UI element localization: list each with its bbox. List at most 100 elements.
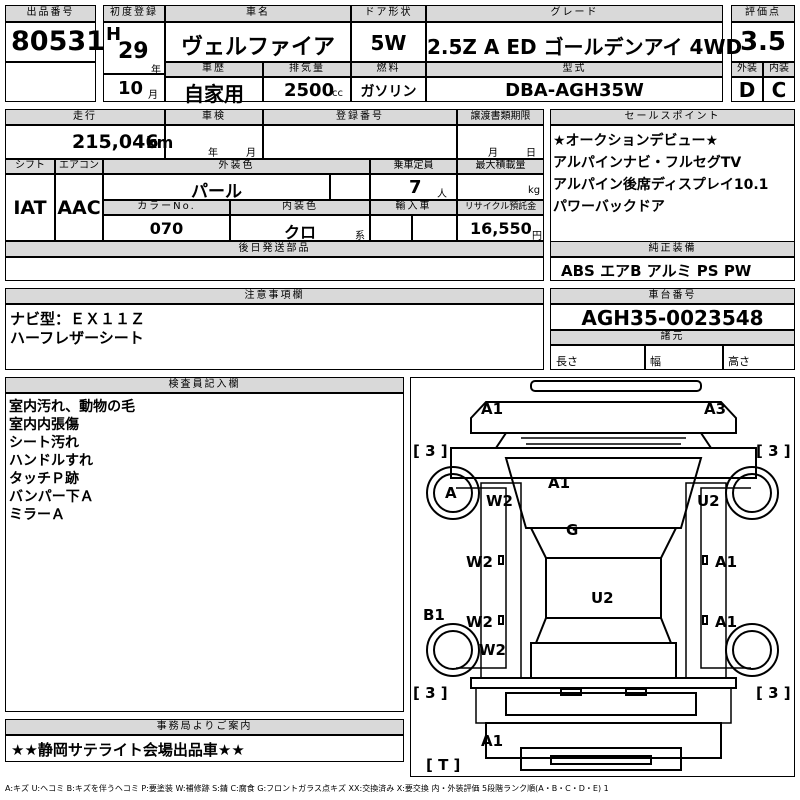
int-color-label: 内装色	[230, 200, 370, 215]
grade: 2.5Z A ED ゴールデンアイ 4WD	[427, 35, 743, 59]
damage-quarter-left: W2	[479, 641, 506, 659]
car-diagram: A1 A3 [ 3 ] [ 3 ] [ 3 ] [ 3 ] [ T ] A A1…	[413, 380, 791, 774]
office-label: 事務局よりご案内	[5, 719, 404, 735]
door-label: ドア形状	[351, 5, 426, 22]
displacement-unit: cc	[332, 88, 343, 99]
sales-points-label: セールスポイント	[550, 109, 795, 125]
reg-no-label: 登録番号	[263, 109, 457, 125]
int-color: クロ	[283, 223, 316, 242]
damage-door-front-left: W2	[466, 553, 493, 571]
spec-width-cell: 幅	[645, 345, 723, 370]
damage-front-right: A3	[704, 400, 726, 418]
damage-door-rear-left: W2	[466, 613, 493, 631]
grade-cell: 2.5Z A ED ゴールデンアイ 4WD	[426, 22, 743, 62]
car-name-label: 車名	[165, 5, 351, 22]
car-name-cell: ヴェルファイア	[165, 22, 351, 62]
shift-cell: IAT	[5, 174, 55, 241]
first-reg-month-unit: 月	[148, 90, 158, 101]
inspector-note: 室内汚れ、動物の毛	[9, 399, 136, 415]
capacity: 7	[409, 177, 422, 198]
spec-length-label: 長さ	[556, 355, 578, 368]
later-parts-cell	[5, 257, 544, 281]
color-no-label: カラーNo.	[103, 200, 230, 215]
sales-point: アルパイン後席ディスプレイ10.1	[553, 177, 769, 193]
import-label: 輸入車	[370, 200, 457, 215]
inspector-note: シート汚れ	[9, 435, 79, 451]
first-reg-year: 29	[118, 39, 149, 64]
recycle-unit: 円	[532, 231, 542, 242]
inspector-note: タッチＰ跡	[9, 471, 79, 487]
lot-number: 80531	[11, 26, 105, 57]
tire-rear-right: [ 3 ]	[756, 684, 791, 702]
tire-front-left: [ 3 ]	[413, 442, 448, 460]
chassis-label: 車台番号	[550, 288, 795, 304]
displacement-cell: 2500 cc	[263, 77, 351, 102]
damage-rear-bumper: A1	[481, 732, 503, 750]
spec-height-label: 高さ	[728, 355, 750, 368]
notes-label: 注意事項欄	[5, 288, 544, 304]
recycle-label: リサイクル預託金	[457, 200, 544, 215]
damage-front-left: A1	[481, 400, 503, 418]
sales-point: ★オークションデビュー★	[553, 133, 719, 149]
inspector-label: 検査員記入欄	[5, 377, 404, 393]
door-cell: 5W	[351, 22, 426, 62]
inspector-note: 室内内張傷	[9, 417, 79, 433]
shift-label: シフト	[5, 159, 55, 174]
car-outline	[450, 380, 757, 771]
import-cell-2	[412, 215, 457, 241]
options: ABS エアB アルミ PS PW	[561, 262, 752, 280]
aircon-cell: AAC	[55, 174, 103, 241]
shift: IAT	[13, 197, 47, 219]
car-name: ヴェルファイア	[180, 35, 335, 60]
later-parts-label: 後日発送部品	[5, 241, 544, 257]
capacity-cell: 7 人	[370, 174, 457, 200]
note-line: ハーフレザーシート	[10, 329, 144, 347]
spec-height-cell: 高さ	[723, 345, 795, 370]
inspection-month-unit: 月	[246, 148, 256, 159]
options-label: 純正装備	[550, 241, 795, 257]
capacity-label: 乗車定員	[370, 159, 457, 174]
color-no: 070	[149, 219, 184, 238]
first-reg-label: 初度登録	[103, 5, 165, 22]
chassis-number: AGH35-0023548	[581, 306, 764, 330]
int-color-cell: クロ 系	[230, 215, 370, 242]
model: DBA-AGH35W	[505, 80, 644, 101]
spec-length-cell: 長さ	[550, 345, 645, 370]
inspection-label: 車検	[165, 109, 263, 125]
tire-front-right: [ 3 ]	[756, 442, 791, 460]
lot-label: 出品番号	[5, 5, 96, 22]
exterior-grade-cell: D	[731, 77, 763, 102]
aircon: AAC	[57, 197, 101, 219]
transfer-deadline-label: 譲渡書類期限	[457, 109, 544, 125]
fuel: ガソリン	[360, 84, 417, 100]
displacement-label: 排気量	[263, 62, 351, 77]
office-cell: ★★静岡サテライト会場出品車★★	[5, 735, 404, 762]
lot-cell: 80531	[5, 22, 105, 62]
transfer-month-unit: 月	[488, 148, 498, 159]
tire-rear-left: [ 3 ]	[413, 684, 448, 702]
mileage-cell: 215,046 km	[5, 125, 173, 159]
damage-roof: G	[566, 521, 578, 539]
spec-width-label: 幅	[650, 355, 661, 368]
max-load-cell: kg	[457, 174, 544, 200]
score-cell: 3.5	[731, 22, 795, 62]
damage-wheel-front-left: A	[445, 484, 457, 502]
notes-cell: ナビ型：ＥＸ１１Ｚ ハーフレザーシート	[5, 304, 544, 370]
score: 3.5	[739, 27, 787, 57]
model-cell: DBA-AGH35W	[426, 77, 723, 102]
sales-point: アルパインナビ・フルセグTV	[553, 155, 742, 171]
interior-label: 内装	[763, 62, 795, 77]
mileage-label: 走行	[5, 109, 165, 125]
transfer-deadline-cell: 月 日	[457, 125, 544, 159]
score-label: 評価点	[731, 5, 795, 22]
inspector-note: バンパー下Ａ	[9, 489, 94, 505]
damage-door-rear-right: A1	[715, 613, 737, 631]
first-reg-cell: H 29 年	[103, 22, 165, 76]
note-line: ナビ型：ＥＸ１１Ｚ	[10, 310, 146, 328]
recycle: 16,550	[470, 219, 532, 238]
grade-label: グレード	[426, 5, 723, 22]
reg-no-cell	[263, 125, 457, 159]
transfer-day-unit: 日	[526, 148, 536, 159]
fuel-cell: ガソリン	[351, 77, 426, 102]
max-load-label: 最大積載量	[457, 159, 544, 174]
